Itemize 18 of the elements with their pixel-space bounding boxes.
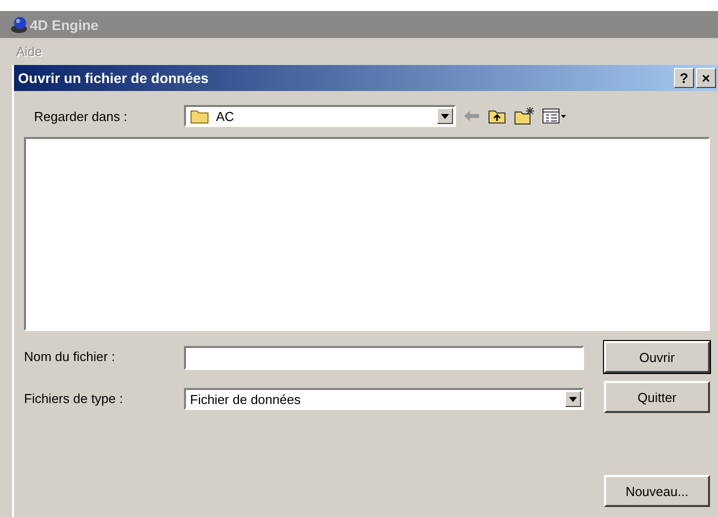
file-name-label: Nom du fichier : — [24, 349, 116, 366]
open-button[interactable]: Ouvrir — [604, 341, 710, 373]
quit-button[interactable]: Quitter — [604, 381, 710, 413]
file-type-dropdown[interactable]: Fichier de données — [184, 388, 584, 410]
close-button[interactable]: × — [696, 68, 716, 88]
app-title: 4D Engine — [30, 16, 98, 32]
folder-icon — [190, 108, 210, 124]
new-folder-icon[interactable] — [514, 107, 534, 125]
file-name-field[interactable] — [184, 346, 584, 370]
globe-icon — [10, 16, 28, 34]
help-button[interactable]: ? — [674, 68, 694, 88]
look-in-label: Regarder dans : — [33, 108, 128, 124]
new-button[interactable]: Nouveau... — [604, 475, 710, 507]
view-menu-icon[interactable] — [542, 108, 566, 124]
look-in-dropdown[interactable]: AC — [184, 105, 456, 127]
file-type-label: Fichiers de type : — [24, 391, 124, 408]
dialog-title: Ouvrir un fichier de données — [18, 70, 210, 86]
up-folder-icon[interactable] — [488, 108, 506, 124]
